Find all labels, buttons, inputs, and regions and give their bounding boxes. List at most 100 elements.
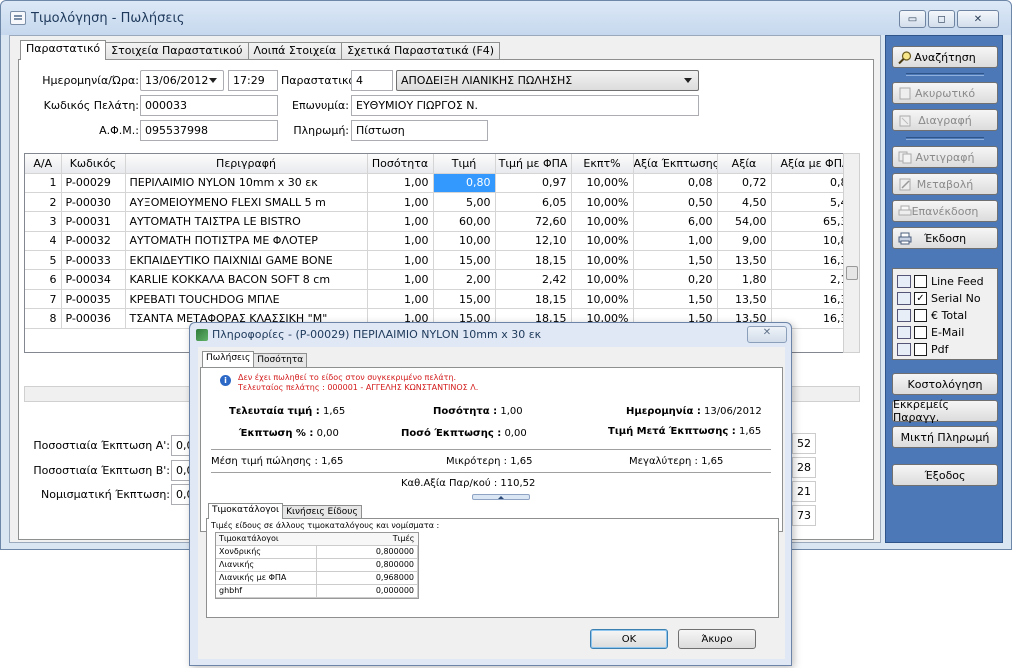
tab-other-details[interactable]: Λοιπά Στοιχεία bbox=[247, 42, 343, 60]
grid-column-header[interactable]: Περιγραφή bbox=[125, 154, 368, 174]
collapse-handle[interactable] bbox=[472, 494, 530, 500]
grid-cell[interactable]: 1,00 bbox=[367, 192, 434, 213]
grid-column-header[interactable]: Εκπτ% bbox=[571, 154, 634, 174]
grid-cell[interactable]: 18,15 bbox=[495, 250, 572, 271]
grid-cell[interactable]: P-00033 bbox=[61, 250, 126, 271]
doc-type-select[interactable]: ΑΠΟΔΕΙΞΗ ΛΙΑΝΙΚΗΣ ΠΩΛΗΣΗΣ bbox=[396, 70, 699, 91]
grid-cell[interactable]: ΑΥΤΟΜΑΤΗ ΠΟΤΙΣΤΡΑ ΜΕ ΦΛΟΤΕΡ bbox=[125, 231, 368, 252]
grid-cell[interactable]: 0,08 bbox=[633, 173, 718, 193]
grid-cell[interactable]: 10,00% bbox=[571, 211, 634, 232]
grid-column-header[interactable]: Τιμή bbox=[433, 154, 496, 174]
minimize-button[interactable]: ▭ bbox=[899, 10, 926, 28]
grid-cell[interactable]: ΚΡΕΒΑΤΙ TOUCHDOG ΜΠΛΕ bbox=[125, 289, 368, 310]
grid-cell[interactable]: 13,50 bbox=[717, 250, 772, 271]
maximize-button[interactable]: ◻ bbox=[928, 10, 955, 28]
tab-price-lists[interactable]: Τιμοκατάλογοι bbox=[208, 503, 284, 519]
grid-cell[interactable]: 10,00% bbox=[571, 192, 634, 213]
grid-cell[interactable]: 1 bbox=[25, 173, 62, 193]
grid-cell[interactable]: 12,10 bbox=[495, 231, 572, 252]
delete-button[interactable]: Διαγραφή bbox=[892, 109, 998, 131]
grid-cell[interactable]: 1,00 bbox=[367, 173, 434, 193]
grid-cell[interactable]: 9,00 bbox=[717, 231, 772, 252]
grid-column-header[interactable]: Α/Α bbox=[25, 154, 62, 174]
list-item[interactable]: Λιανικής 0,800000 bbox=[216, 558, 418, 572]
serial-no-checkbox[interactable]: ✓ bbox=[914, 291, 927, 305]
grid-cell[interactable]: 1,00 bbox=[633, 231, 718, 252]
date-picker[interactable]: 13/06/2012 bbox=[140, 70, 224, 91]
grid-cell[interactable]: 0,50 bbox=[633, 192, 718, 213]
grid-column-header[interactable]: Αξία Έκπτωσης bbox=[633, 154, 718, 174]
tab-related-documents[interactable]: Σχετικά Παραστατικά (F4) bbox=[341, 42, 501, 60]
grid-cell[interactable]: 4 bbox=[25, 231, 62, 252]
grid-cell[interactable]: P-00029 bbox=[61, 173, 126, 193]
grid-column-header[interactable]: Τιμή με ΦΠΑ bbox=[495, 154, 572, 174]
email-checkbox[interactable] bbox=[914, 325, 927, 339]
cancel-button[interactable]: Άκυρο bbox=[678, 629, 756, 649]
grid-cell[interactable]: 4,50 bbox=[717, 192, 772, 213]
grid-cell[interactable]: 15,00 bbox=[433, 289, 496, 310]
search-button[interactable]: Αναζήτηση bbox=[892, 46, 998, 68]
option-pdf[interactable]: Pdf bbox=[897, 341, 949, 357]
grid-vertical-scrollbar[interactable] bbox=[843, 153, 860, 353]
grid-cell[interactable]: 54,00 bbox=[717, 211, 772, 232]
table-row[interactable]: 4 P-00032 ΑΥΤΟΜΑΤΗ ΠΟΤΙΣΤΡΑ ΜΕ ΦΛΟΤΕΡ 1,00 1… bbox=[25, 231, 855, 252]
list-item[interactable]: Λιανικής με ΦΠΑ 0,968000 bbox=[216, 571, 418, 585]
name-field[interactable]: ΕΥΘΥΜΙΟΥ ΓΙΩΡΓΟΣ Ν. bbox=[351, 95, 699, 116]
grid-column-header[interactable]: Κωδικός bbox=[61, 154, 126, 174]
option-serial-no[interactable]: ✓ Serial No bbox=[897, 290, 981, 306]
grid-cell[interactable]: 10,00% bbox=[571, 269, 634, 290]
grid-cell[interactable]: 10,00% bbox=[571, 231, 634, 252]
grid-cell[interactable]: 2 bbox=[25, 192, 62, 213]
grid-cell[interactable]: 2,42 bbox=[495, 269, 572, 290]
cancel-doc-button[interactable]: Ακυρωτικό bbox=[892, 82, 998, 104]
costing-button[interactable]: Κοστολόγηση bbox=[892, 373, 998, 395]
grid-cell[interactable]: 6,05 bbox=[495, 192, 572, 213]
grid-cell[interactable]: 7 bbox=[25, 289, 62, 310]
afm-field[interactable]: 095537998 bbox=[140, 120, 278, 141]
grid-cell[interactable]: 6 bbox=[25, 269, 62, 290]
option-total[interactable]: € Total bbox=[897, 307, 967, 323]
grid-cell[interactable]: 1,50 bbox=[633, 250, 718, 271]
pdf-checkbox[interactable] bbox=[914, 342, 927, 356]
grid-cell[interactable]: 10,00% bbox=[571, 173, 634, 193]
grid-cell[interactable]: ΠΕΡΙΛΑΙΜΙΟ NYLON 10mm x 30 εκ bbox=[125, 173, 368, 193]
total-checkbox[interactable] bbox=[914, 308, 927, 322]
grid-cell[interactable]: P-00036 bbox=[61, 308, 126, 329]
grid-cell[interactable]: 1,00 bbox=[367, 250, 434, 271]
payment-field[interactable]: Πίστωση bbox=[351, 120, 488, 141]
grid-cell[interactable]: 5,00 bbox=[433, 192, 496, 213]
table-row[interactable]: 5 P-00033 ΕΚΠΑΙΔΕΥΤΙΚΟ ΠΑΙΧΝΙΔΙ GAME BONE 1… bbox=[25, 250, 855, 271]
exit-button[interactable]: Έξοδος bbox=[892, 464, 998, 486]
table-row[interactable]: 6 P-00034 KARLIE ΚΟΚΚΑΛΑ BACON SOFT 8 cm 1,… bbox=[25, 269, 855, 290]
reissue-button[interactable]: Επανέκδοση bbox=[892, 200, 998, 222]
tab-document-details[interactable]: Στοιχεία Παραστατικού bbox=[105, 42, 249, 60]
copy-button[interactable]: Αντιγραφή bbox=[892, 146, 998, 168]
table-row[interactable]: 3 P-00031 ΑΥΤΟΜΑΤΗ ΤΑΙΣΤΡΑ LE BISTRO 1,00 60… bbox=[25, 211, 855, 232]
table-row[interactable]: 7 P-00035 ΚΡΕΒΑΤΙ TOUCHDOG ΜΠΛΕ 1,00 15,00 18… bbox=[25, 289, 855, 310]
grid-cell[interactable]: 60,00 bbox=[433, 211, 496, 232]
change-button[interactable]: Μεταβολή bbox=[892, 173, 998, 195]
grid-cell[interactable]: 0,20 bbox=[633, 269, 718, 290]
grid-cell[interactable]: KARLIE ΚΟΚΚΑΛΑ BACON SOFT 8 cm bbox=[125, 269, 368, 290]
grid-cell[interactable]: 1,00 bbox=[367, 269, 434, 290]
tab-document[interactable]: Παραστατικό bbox=[20, 40, 107, 60]
scroll-thumb[interactable] bbox=[846, 266, 858, 280]
issue-button[interactable]: Έκδοση bbox=[892, 227, 998, 249]
mixed-payment-button[interactable]: Μικτή Πληρωμή bbox=[892, 426, 998, 448]
option-email[interactable]: E-Mail bbox=[897, 324, 964, 340]
price-lists-table[interactable]: Τιμοκατάλογοι Τιμές Χονδρικής 0,800000 Λιαν… bbox=[215, 532, 419, 599]
grid-column-header[interactable]: Ποσότητα bbox=[367, 154, 434, 174]
customer-code-field[interactable]: 000033 bbox=[140, 95, 278, 116]
grid-cell[interactable]: 8 bbox=[25, 308, 62, 329]
grid-column-header[interactable]: Αξία bbox=[717, 154, 772, 174]
pending-orders-button[interactable]: Εκκρεμείς Παραγγ. bbox=[892, 398, 998, 424]
grid-cell[interactable]: 0,80 bbox=[433, 173, 496, 193]
tab-sales[interactable]: Πωλήσεις bbox=[202, 351, 255, 367]
grid-cell[interactable]: 15,00 bbox=[433, 250, 496, 271]
grid-cell[interactable]: P-00035 bbox=[61, 289, 126, 310]
grid-cell[interactable]: 10,00% bbox=[571, 289, 634, 310]
grid-cell[interactable]: 0,97 bbox=[495, 173, 572, 193]
grid-cell[interactable]: ΑΥΤΟΜΑΤΗ ΤΑΙΣΤΡΑ LE BISTRO bbox=[125, 211, 368, 232]
grid-cell[interactable]: 6,00 bbox=[633, 211, 718, 232]
table-row[interactable]: 1 P-00029 ΠΕΡΙΛΑΙΜΙΟ NYLON 10mm x 30 εκ 1,0… bbox=[25, 173, 855, 193]
